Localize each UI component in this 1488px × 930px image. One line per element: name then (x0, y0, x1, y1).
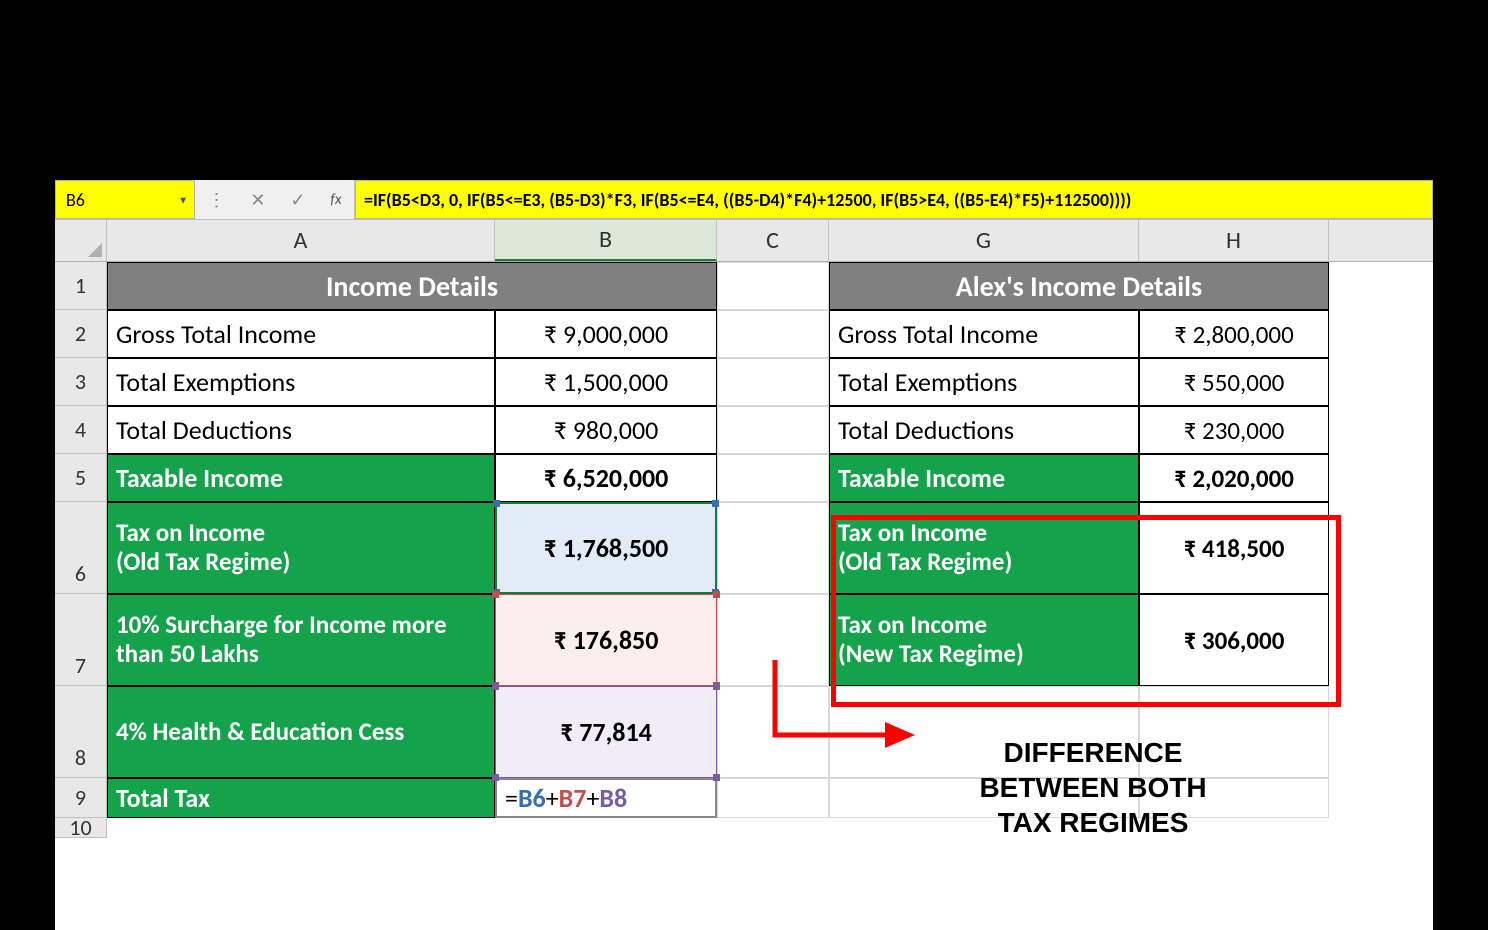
accept-icon[interactable]: ✓ (284, 189, 311, 211)
table-row: Tax on Income (Old Tax Regime) ₹ 1,768,5… (107, 502, 1433, 594)
t1-label-total[interactable]: Total Tax (107, 778, 495, 818)
t1-label-taxable[interactable]: Taxable Income (107, 454, 495, 502)
table-row: 10% Surcharge for Income more than 50 La… (107, 594, 1433, 686)
fx-icon[interactable]: fx (324, 191, 347, 209)
cell-blank[interactable] (717, 262, 829, 310)
row-headers: 1 2 3 4 5 6 7 8 9 10 (55, 262, 107, 838)
row-header-4[interactable]: 4 (55, 406, 107, 454)
col-header-G[interactable]: G (829, 220, 1139, 261)
t2-value-taxable[interactable]: ₹ 2,020,000 (1139, 454, 1329, 502)
table-row: Gross Total Income ₹ 9,000,000 Gross Tot… (107, 310, 1433, 358)
cell-blank[interactable] (717, 406, 829, 454)
cell-B9-formula[interactable]: =B6+B7+B8 (495, 778, 717, 818)
cell-blank[interactable] (717, 594, 829, 686)
row-header-9[interactable]: 9 (55, 778, 107, 818)
dropdown-icon[interactable]: ▼ (178, 193, 188, 206)
t2-label-taxable[interactable]: Taxable Income (829, 454, 1139, 502)
t1-label-surcharge[interactable]: 10% Surcharge for Income more than 50 La… (107, 594, 495, 686)
table-row: Total Deductions ₹ 980,000 Total Deducti… (107, 406, 1433, 454)
t1-value[interactable]: ₹ 980,000 (495, 406, 717, 454)
colon-icon: ⋮ (201, 189, 231, 211)
table-row: Taxable Income ₹ 6,520,000 Taxable Incom… (107, 454, 1433, 502)
cell-B8[interactable]: ₹ 77,814 (495, 686, 717, 778)
table2-header[interactable]: Alex's Income Details (829, 262, 1329, 310)
t2-label[interactable]: Total Exemptions (829, 358, 1139, 406)
formula-input[interactable]: =IF(B5<D3, 0, IF(B5<=E3, (B5-D3)*F3, IF(… (355, 180, 1433, 219)
t1-label-tax-old[interactable]: Tax on Income (Old Tax Regime) (107, 502, 495, 594)
row-header-7[interactable]: 7 (55, 594, 107, 686)
table1-header[interactable]: Income Details (107, 262, 717, 310)
row-header-6[interactable]: 6 (55, 502, 107, 594)
formula-text: =IF(B5<D3, 0, IF(B5<=E3, (B5-D3)*F3, IF(… (364, 189, 1131, 211)
t1-label[interactable]: Total Exemptions (107, 358, 495, 406)
t2-value-tax-new[interactable]: ₹ 306,000 (1139, 594, 1329, 686)
cell-blank[interactable] (717, 502, 829, 594)
t2-value[interactable]: ₹ 550,000 (1139, 358, 1329, 406)
row-header-3[interactable]: 3 (55, 358, 107, 406)
t2-value[interactable]: ₹ 230,000 (1139, 406, 1329, 454)
cancel-icon[interactable]: ✕ (244, 189, 271, 211)
col-header-A[interactable]: A (107, 220, 495, 261)
row-header-5[interactable]: 5 (55, 454, 107, 502)
t2-label-tax-old[interactable]: Tax on Income (Old Tax Regime) (829, 502, 1139, 594)
cell-blank[interactable] (717, 358, 829, 406)
annotation-line: DIFFERENCE (883, 735, 1303, 770)
table-row: Total Exemptions ₹ 1,500,000 Total Exemp… (107, 358, 1433, 406)
column-headers: A B C G H (55, 220, 1433, 262)
row-header-8[interactable]: 8 (55, 686, 107, 778)
t1-label[interactable]: Total Deductions (107, 406, 495, 454)
t1-label[interactable]: Gross Total Income (107, 310, 495, 358)
t1-value-surcharge: ₹ 176,850 (554, 624, 659, 656)
row-header-2[interactable]: 2 (55, 310, 107, 358)
cell-blank[interactable] (717, 686, 829, 778)
cell-blank[interactable] (717, 310, 829, 358)
cell-B6-active[interactable]: ₹ 1,768,500 (495, 502, 717, 594)
t1-value-taxable[interactable]: ₹ 6,520,000 (495, 454, 717, 502)
row-header-10[interactable]: 10 (55, 818, 107, 838)
col-header-B[interactable]: B (495, 220, 717, 261)
annotation-line: BETWEEN BOTH (883, 770, 1303, 805)
t2-label[interactable]: Total Deductions (829, 406, 1139, 454)
cell-blank[interactable] (717, 454, 829, 502)
t2-value-tax-old[interactable]: ₹ 418,500 (1139, 502, 1329, 594)
annotation-line: TAX REGIMES (883, 805, 1303, 840)
col-header-C[interactable]: C (717, 220, 829, 261)
row-header-1[interactable]: 1 (55, 262, 107, 310)
spreadsheet-area: B6 ▼ ⋮ ✕ ✓ fx =IF(B5<D3, 0, IF(B5<=E3, (… (55, 180, 1433, 930)
t1-value-cess: ₹ 77,814 (560, 716, 652, 748)
cell-B7[interactable]: ₹ 176,850 (495, 594, 717, 686)
t2-value[interactable]: ₹ 2,800,000 (1139, 310, 1329, 358)
formula-bar-buttons: ⋮ ✕ ✓ fx (195, 180, 355, 219)
t1-value[interactable]: ₹ 1,500,000 (495, 358, 717, 406)
t1-value[interactable]: ₹ 9,000,000 (495, 310, 717, 358)
col-header-H[interactable]: H (1139, 220, 1329, 261)
cell-reference: B6 (66, 189, 85, 211)
t1-value-tax-old: ₹ 1,768,500 (544, 532, 669, 564)
cell-blank[interactable] (717, 778, 829, 818)
t2-label-tax-new[interactable]: Tax on Income (New Tax Regime) (829, 594, 1139, 686)
annotation-text: DIFFERENCE BETWEEN BOTH TAX REGIMES (883, 735, 1303, 840)
table-row: Income Details Alex's Income Details (107, 262, 1433, 310)
formula-bar: B6 ▼ ⋮ ✕ ✓ fx =IF(B5<D3, 0, IF(B5<=E3, (… (55, 180, 1433, 220)
name-box[interactable]: B6 ▼ (55, 180, 195, 219)
t1-label-cess[interactable]: 4% Health & Education Cess (107, 686, 495, 778)
t2-label[interactable]: Gross Total Income (829, 310, 1139, 358)
select-all-corner[interactable] (55, 220, 107, 261)
